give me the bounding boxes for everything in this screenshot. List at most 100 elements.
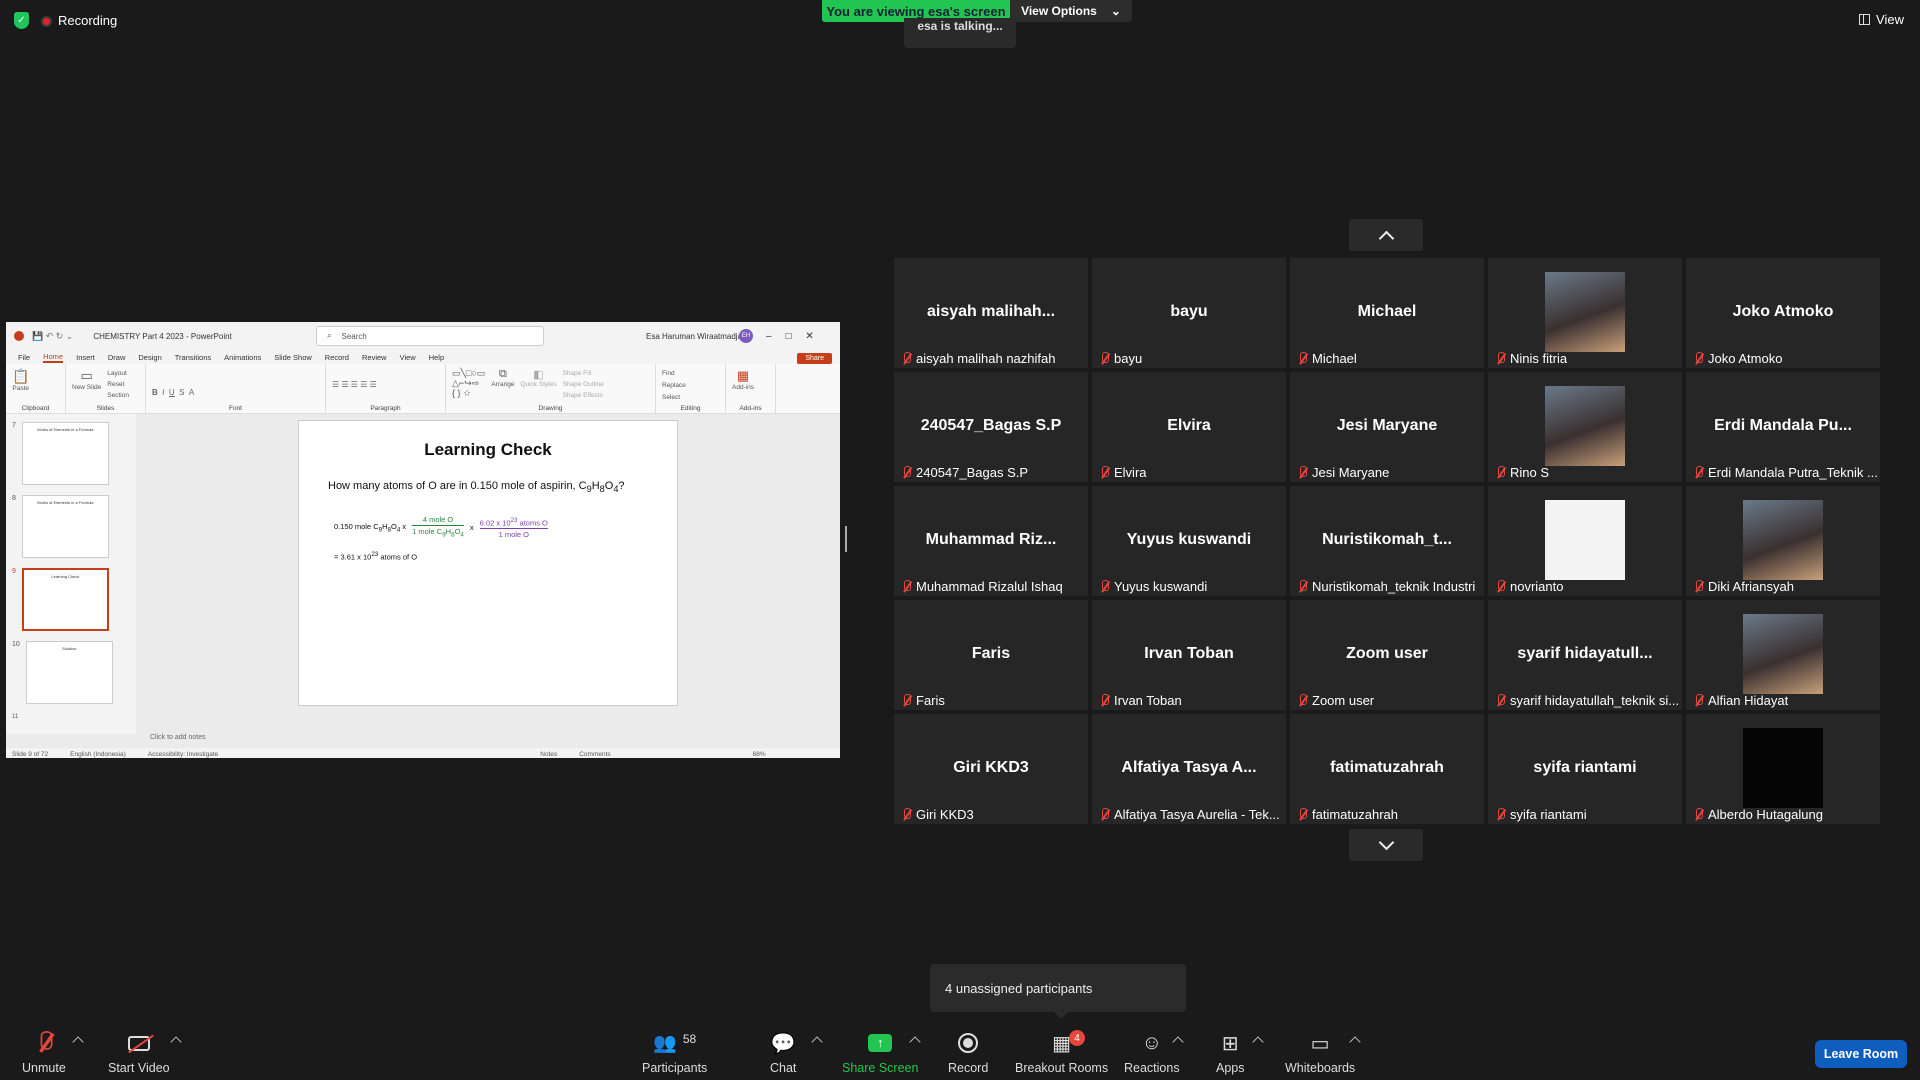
ppt-tab-slide-show[interactable]: Slide Show — [274, 353, 312, 362]
slide-thumbnail[interactable]: Solution — [25, 641, 113, 704]
video-options-caret-icon[interactable] — [170, 1036, 182, 1048]
ppt-tab-help[interactable]: Help — [429, 353, 444, 362]
muted-mic-icon — [901, 693, 911, 708]
language-status[interactable]: English (Indonesia) — [70, 751, 126, 758]
participant-tile[interactable]: bayu bayu — [1092, 258, 1286, 368]
participant-tile[interactable]: Alfatiya Tasya A... Alfatiya Tasya Aureli… — [1092, 714, 1286, 824]
participant-display-name: Nuristikomah_t... — [1322, 531, 1452, 548]
participant-tile[interactable]: Nuristikomah_t... Nuristikomah_teknik Ind… — [1290, 486, 1484, 596]
find-button[interactable]: Find — [662, 368, 686, 380]
zoom-level[interactable]: 68% — [753, 751, 766, 758]
apps-label: Apps — [1216, 1061, 1245, 1075]
record-dot-icon — [41, 16, 52, 28]
ppt-tab-home[interactable]: Home — [43, 352, 64, 363]
participant-tile[interactable]: Elvira Elvira — [1092, 372, 1286, 482]
participant-tile[interactable]: fatimatuzahrah fatimatuzahrah — [1290, 714, 1484, 824]
shapes-gallery[interactable]: ▭╲□○▭ △⌐↪⇨{ } ☆ — [452, 368, 485, 409]
participant-tile[interactable]: Diki Afriansyah — [1686, 486, 1880, 596]
shape-effects-button[interactable]: Shape Effects — [563, 390, 604, 401]
current-slide[interactable]: Learning Check How many atoms of O are i… — [298, 420, 678, 706]
whiteboards-label: Whiteboards — [1285, 1061, 1356, 1075]
chat-options-caret-icon[interactable] — [811, 1036, 823, 1048]
thumb-row[interactable]: 10 Solution — [12, 641, 136, 704]
participant-tile[interactable]: syifa riantami syifa riantami — [1488, 714, 1682, 824]
share-screen-button[interactable]: ↑ Share Screen — [842, 1030, 918, 1075]
participant-tile[interactable]: syarif hidayatull... syarif hidayatullah_… — [1488, 600, 1682, 710]
notes-button[interactable]: Notes — [540, 751, 557, 758]
slide-thumbnail-selected[interactable]: Learning Check — [21, 568, 109, 631]
layout-button[interactable]: Layout — [107, 368, 129, 379]
split-handle[interactable] — [845, 526, 847, 552]
leave-room-button[interactable]: Leave Room — [1815, 1040, 1907, 1068]
accessibility-status[interactable]: Accessibility: Investigate — [148, 751, 218, 758]
paste-button[interactable]: 📋 Paste — [12, 368, 29, 409]
comments-button[interactable]: Comments — [579, 751, 610, 758]
ppt-tab-transitions[interactable]: Transitions — [175, 353, 211, 362]
participant-tile[interactable]: Faris Faris — [894, 600, 1088, 710]
avatar[interactable]: EH — [739, 329, 753, 343]
unassigned-participants-tooltip[interactable]: 4 unassigned participants — [930, 964, 1186, 1019]
security-shield-icon[interactable]: ✓ — [14, 12, 29, 29]
gallery-page-down-button[interactable] — [1349, 829, 1423, 861]
whiteboards-button[interactable]: ▭ Whiteboards — [1285, 1030, 1356, 1076]
replace-button[interactable]: Replace — [662, 380, 686, 392]
participant-tile[interactable]: Yuyus kuswandi Yuyus kuswandi — [1092, 486, 1286, 596]
record-button[interactable]: Record — [948, 1030, 988, 1075]
ppt-search-box[interactable]: ⌕ Search — [316, 326, 544, 346]
participant-tile[interactable]: Erdi Mandala Pu... Erdi Mandala Putra_Tek… — [1686, 372, 1880, 482]
participant-tile[interactable]: Jesi Maryane Jesi Maryane — [1290, 372, 1484, 482]
participant-tile[interactable]: Giri KKD3 Giri KKD3 — [894, 714, 1088, 824]
reset-button[interactable]: Reset — [107, 379, 129, 390]
thumb-row[interactable]: 8 Moles of Elements in a Formula — [12, 495, 136, 558]
shape-outline-button[interactable]: Shape Outline — [563, 379, 604, 390]
start-video-button[interactable]: Start Video — [108, 1030, 170, 1075]
participant-tile[interactable]: aisyah malihah... aisyah malihah nazhifah — [894, 258, 1088, 368]
participant-tile[interactable]: Zoom user Zoom user — [1290, 600, 1484, 710]
participant-tile[interactable]: Joko Atmoko Joko Atmoko — [1686, 258, 1880, 368]
participant-tile[interactable]: Ninis fitria — [1488, 258, 1682, 368]
thumb-row[interactable]: 9 Learning Check — [12, 568, 136, 631]
gallery-page-up-button[interactable] — [1349, 219, 1423, 251]
participant-tile[interactable]: novrianto — [1488, 486, 1682, 596]
section-button[interactable]: Section — [107, 390, 129, 401]
ppt-tab-view[interactable]: View — [400, 353, 416, 362]
ppt-tab-file[interactable]: File — [18, 353, 30, 362]
new-slide-button[interactable]: ▭ New Slide — [72, 368, 101, 409]
participant-tile[interactable]: Michael Michael — [1290, 258, 1484, 368]
quick-styles-button[interactable]: ◧ Quick Styles — [520, 368, 556, 409]
apps-button[interactable]: ⊞ Apps — [1216, 1030, 1245, 1076]
ppt-tab-review[interactable]: Review — [362, 353, 387, 362]
slide-thumbnail[interactable]: Moles of Elements in a Formula — [21, 422, 109, 485]
ppt-tab-design[interactable]: Design — [138, 353, 161, 362]
recording-indicator[interactable]: Recording — [41, 13, 117, 28]
slide-thumbnail[interactable]: Moles of Elements in a Formula — [21, 495, 109, 558]
audio-options-caret-icon[interactable] — [72, 1036, 84, 1048]
participant-tile[interactable]: Alfian Hidayat — [1686, 600, 1880, 710]
thumb-row[interactable]: 7 Moles of Elements in a Formula — [12, 422, 136, 485]
participants-button[interactable]: 👥 58 Participants — [642, 1030, 707, 1075]
apps-options-caret-icon[interactable] — [1252, 1036, 1264, 1048]
ppt-share-button[interactable]: Share — [797, 353, 832, 364]
ppt-tab-insert[interactable]: Insert — [76, 353, 95, 362]
unmute-button[interactable]: Unmute — [22, 1030, 66, 1075]
ppt-tab-draw[interactable]: Draw — [108, 353, 126, 362]
add-ins-button[interactable]: ▦ Add-ins — [732, 368, 754, 409]
participant-tile[interactable]: Irvan Toban Irvan Toban — [1092, 600, 1286, 710]
window-controls[interactable]: – □ ✕ — [766, 331, 814, 342]
participant-tile[interactable]: Muhammad Riz... Muhammad Rizalul Ishaq — [894, 486, 1088, 596]
shape-fill-button[interactable]: Shape Fill — [563, 368, 604, 379]
notes-pane[interactable]: Click to add notes — [6, 734, 840, 748]
breakout-rooms-button[interactable]: ▦ 4 Breakout Rooms — [1015, 1030, 1108, 1075]
ppt-tab-animations[interactable]: Animations — [224, 353, 261, 362]
chat-button[interactable]: 💬 Chat — [770, 1030, 796, 1076]
participant-tile[interactable]: 240547_Bagas S.P 240547_Bagas S.P — [894, 372, 1088, 482]
reactions-button[interactable]: ☺ Reactions — [1124, 1030, 1180, 1076]
participant-tile[interactable]: Rino S — [1488, 372, 1682, 482]
participant-tile[interactable]: Alberdo Hutagalung — [1686, 714, 1880, 824]
view-button[interactable]: View — [1859, 12, 1904, 27]
ppt-tab-record[interactable]: Record — [325, 353, 349, 362]
arrange-button[interactable]: ⧉ Arrange — [491, 368, 514, 409]
view-options-button[interactable]: View Options ⌄ — [1010, 0, 1132, 22]
quick-access-icons[interactable]: 💾 ↶ ↻ ⌄ — [32, 331, 73, 342]
select-button[interactable]: Select — [662, 392, 686, 404]
